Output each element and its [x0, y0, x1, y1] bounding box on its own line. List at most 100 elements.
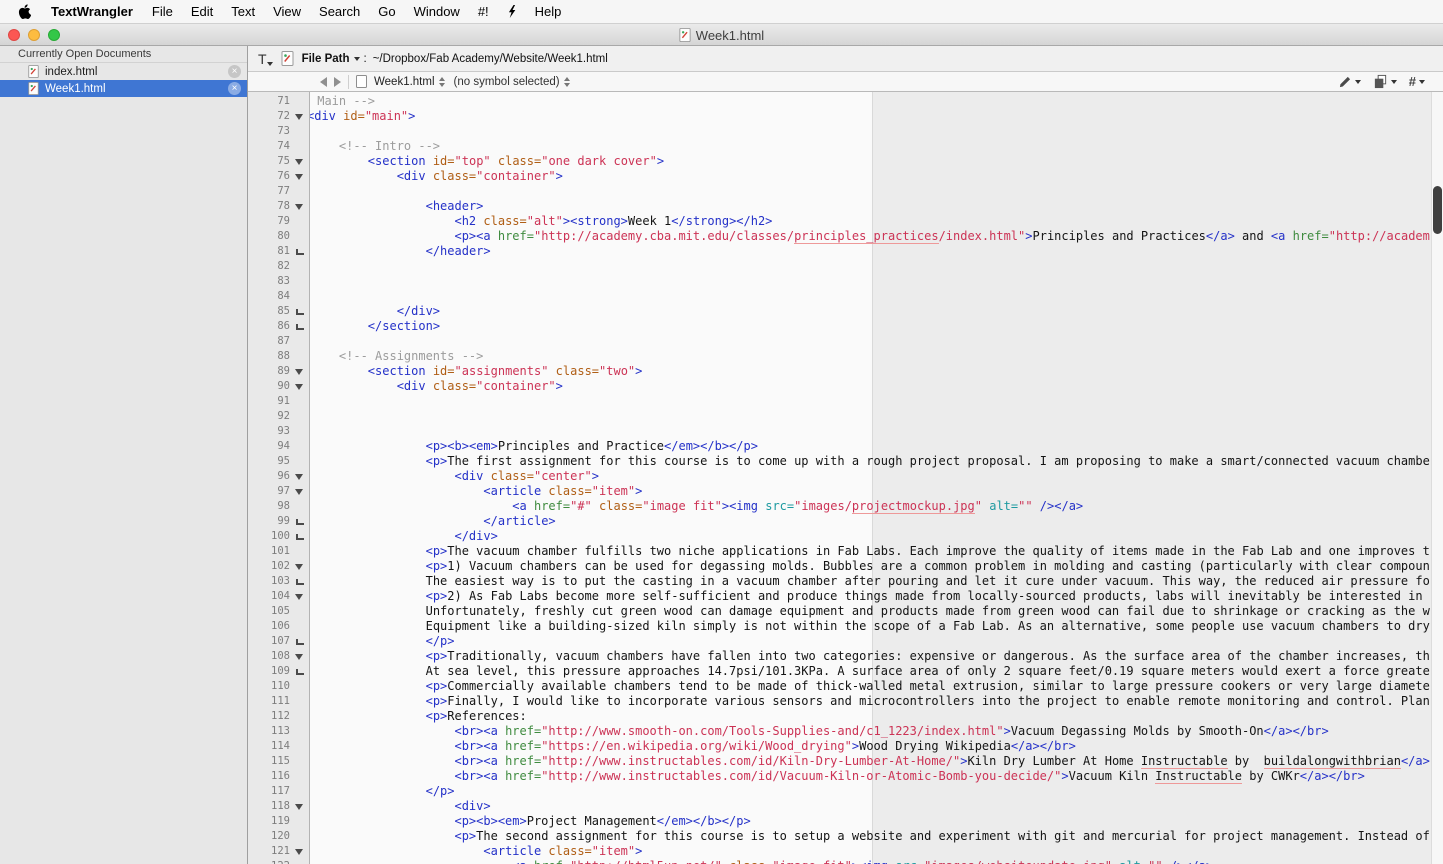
menu-item-search[interactable]: Search	[310, 0, 369, 24]
vertical-scrollbar[interactable]	[1431, 92, 1443, 864]
code-text[interactable]: <!-- Intro -->	[310, 139, 1430, 154]
code-text[interactable]: </div>	[310, 304, 1430, 319]
code-line-72[interactable]: 72 <div id="main">	[248, 109, 1443, 124]
fold-open-icon[interactable]	[295, 369, 303, 375]
code-line-82[interactable]: 82	[248, 259, 1443, 274]
code-line-121[interactable]: 121 <article class="item">	[248, 844, 1443, 859]
code-line-95[interactable]: 95 <p>The first assignment for this cours…	[248, 454, 1443, 469]
code-line-115[interactable]: 115 <br><a href="http://www.instructables…	[248, 754, 1443, 769]
documents-stack-button[interactable]	[1369, 74, 1401, 89]
code-line-107[interactable]: 107 </p>	[248, 634, 1443, 649]
fold-open-icon[interactable]	[295, 594, 303, 600]
code-line-103[interactable]: 103 The easiest way is to put the casting…	[248, 574, 1443, 589]
symbol-dropdown[interactable]: (no symbol selected)	[454, 76, 572, 88]
code-text[interactable]: <p>Finally, I would like to incorporate …	[310, 694, 1430, 709]
menu-item-go[interactable]: Go	[369, 0, 404, 24]
code-line-88[interactable]: 88 <!-- Assignments -->	[248, 349, 1443, 364]
code-line-92[interactable]: 92	[248, 409, 1443, 424]
code-line-84[interactable]: 84	[248, 289, 1443, 304]
code-text[interactable]: <section id="assignments" class="two">	[310, 364, 1430, 379]
code-text[interactable]: <div class="center">	[310, 469, 1430, 484]
code-line-116[interactable]: 116 <br><a href="http://www.instructables…	[248, 769, 1443, 784]
text-options-icon[interactable]: T	[258, 51, 273, 67]
code-text[interactable]: <h2 class="alt"><strong>Week 1</strong><…	[310, 214, 1430, 229]
code-text[interactable]: <article class="item">	[310, 844, 1430, 859]
code-text[interactable]: <br><a href="http://www.smooth-on.com/To…	[310, 724, 1430, 739]
code-line-94[interactable]: 94 <p><b><em>Principles and Practice</em>…	[248, 439, 1443, 454]
code-text[interactable]: <div class="container">	[310, 379, 1430, 394]
fold-open-icon[interactable]	[295, 384, 303, 390]
code-text[interactable]: <p><b><em>Principles and Practice</em></…	[310, 439, 1430, 454]
code-text[interactable]: <p>The first assignment for this course …	[310, 454, 1430, 469]
code-text[interactable]: <p>2) As Fab Labs become more self-suffi…	[310, 589, 1430, 604]
code-line-99[interactable]: 99 </article>	[248, 514, 1443, 529]
code-text[interactable]: <a href="http://html5up.net/" class="ima…	[310, 859, 1430, 864]
code-line-100[interactable]: 100 </div>	[248, 529, 1443, 544]
code-line-101[interactable]: 101 <p>The vacuum chamber fulfills two ni…	[248, 544, 1443, 559]
code-line-117[interactable]: 117 </p>	[248, 784, 1443, 799]
fold-open-icon[interactable]	[295, 849, 303, 855]
menu-item-[interactable]: #!	[469, 0, 498, 24]
code-text[interactable]: <p>The vacuum chamber fulfills two niche…	[310, 544, 1430, 559]
close-document-button[interactable]: ×	[228, 82, 241, 95]
menu-item-help[interactable]: Help	[526, 0, 571, 24]
fold-open-icon[interactable]	[295, 474, 303, 480]
code-line-108[interactable]: 108 <p>Traditionally, vacuum chambers hav…	[248, 649, 1443, 664]
code-text[interactable]: Unfortunately, freshly cut green wood ca…	[310, 604, 1430, 619]
code-text[interactable]	[310, 334, 1430, 349]
code-line-91[interactable]: 91	[248, 394, 1443, 409]
code-line-106[interactable]: 106 Equipment like a building-sized kiln …	[248, 619, 1443, 634]
back-arrow-icon[interactable]	[320, 76, 327, 87]
code-text[interactable]: <article class="item">	[310, 484, 1430, 499]
menu-item-window[interactable]: Window	[405, 0, 469, 24]
forward-arrow-icon[interactable]	[334, 76, 341, 87]
code-line-87[interactable]: 87	[248, 334, 1443, 349]
code-text[interactable]: <div id="main">	[310, 109, 1430, 124]
close-document-button[interactable]: ×	[228, 65, 241, 78]
code-text[interactable]: <p>Commercially available chambers tend …	[310, 679, 1430, 694]
script-menu[interactable]	[498, 0, 526, 24]
code-line-97[interactable]: 97 <article class="item">	[248, 484, 1443, 499]
code-text[interactable]	[310, 274, 1430, 289]
code-text[interactable]: <p>The second assignment for this course…	[310, 829, 1430, 844]
code-line-118[interactable]: 118 <div>	[248, 799, 1443, 814]
file-dropdown[interactable]: Week1.html	[374, 76, 447, 88]
menu-item-edit[interactable]: Edit	[182, 0, 222, 24]
sidebar-document-Week1.html[interactable]: Week1.html ×	[0, 80, 247, 97]
code-text[interactable]: </section>	[310, 319, 1430, 334]
code-line-119[interactable]: 119 <p><b><em>Project Management</em></b>…	[248, 814, 1443, 829]
menu-item-file[interactable]: File	[143, 0, 182, 24]
code-text[interactable]: Main -->	[310, 94, 1430, 109]
code-line-77[interactable]: 77	[248, 184, 1443, 199]
code-text[interactable]: Equipment like a building-sized kiln sim…	[310, 619, 1430, 634]
code-line-104[interactable]: 104 <p>2) As Fab Labs become more self-su…	[248, 589, 1443, 604]
code-text[interactable]: <br><a href="http://www.instructables.co…	[310, 754, 1430, 769]
code-text[interactable]: <header>	[310, 199, 1430, 214]
code-line-102[interactable]: 102 <p>1) Vacuum chambers can be used for…	[248, 559, 1443, 574]
code-text[interactable]	[310, 259, 1430, 274]
fold-open-icon[interactable]	[295, 174, 303, 180]
code-line-122[interactable]: 122 <a href="http://html5up.net/" class="…	[248, 859, 1443, 864]
fold-open-icon[interactable]	[295, 804, 303, 810]
code-line-80[interactable]: 80 <p><a href="http://academy.cba.mit.edu…	[248, 229, 1443, 244]
code-editor[interactable]: 71 Main --> 72 <div id="main"> 73 74 <!-- Intr…	[248, 92, 1443, 864]
code-text[interactable]: <!-- Assignments -->	[310, 349, 1430, 364]
code-text[interactable]: </article>	[310, 514, 1430, 529]
file-path-dropdown[interactable]: File Path	[302, 53, 360, 65]
code-line-114[interactable]: 114 <br><a href="https://en.wikipedia.org…	[248, 739, 1443, 754]
code-line-111[interactable]: 111 <p>Finally, I would like to incorpora…	[248, 694, 1443, 709]
fold-open-icon[interactable]	[295, 204, 303, 210]
code-line-109[interactable]: 109 At sea level, this pressure approache…	[248, 664, 1443, 679]
menu-item-text[interactable]: Text	[222, 0, 264, 24]
code-text[interactable]: <p><b><em>Project Management</em></b></p…	[310, 814, 1430, 829]
code-line-75[interactable]: 75 <section id="top" class="one dark cove…	[248, 154, 1443, 169]
code-text[interactable]: </header>	[310, 244, 1430, 259]
code-text[interactable]: The easiest way is to put the casting in…	[310, 574, 1430, 589]
code-text[interactable]: <p>References:	[310, 709, 1430, 724]
code-text[interactable]: </p>	[310, 634, 1430, 649]
code-line-83[interactable]: 83	[248, 274, 1443, 289]
code-line-89[interactable]: 89 <section id="assignments" class="two">	[248, 364, 1443, 379]
code-line-74[interactable]: 74 <!-- Intro -->	[248, 139, 1443, 154]
line-number-button[interactable]: #	[1405, 74, 1429, 89]
code-line-78[interactable]: 78 <header>	[248, 199, 1443, 214]
